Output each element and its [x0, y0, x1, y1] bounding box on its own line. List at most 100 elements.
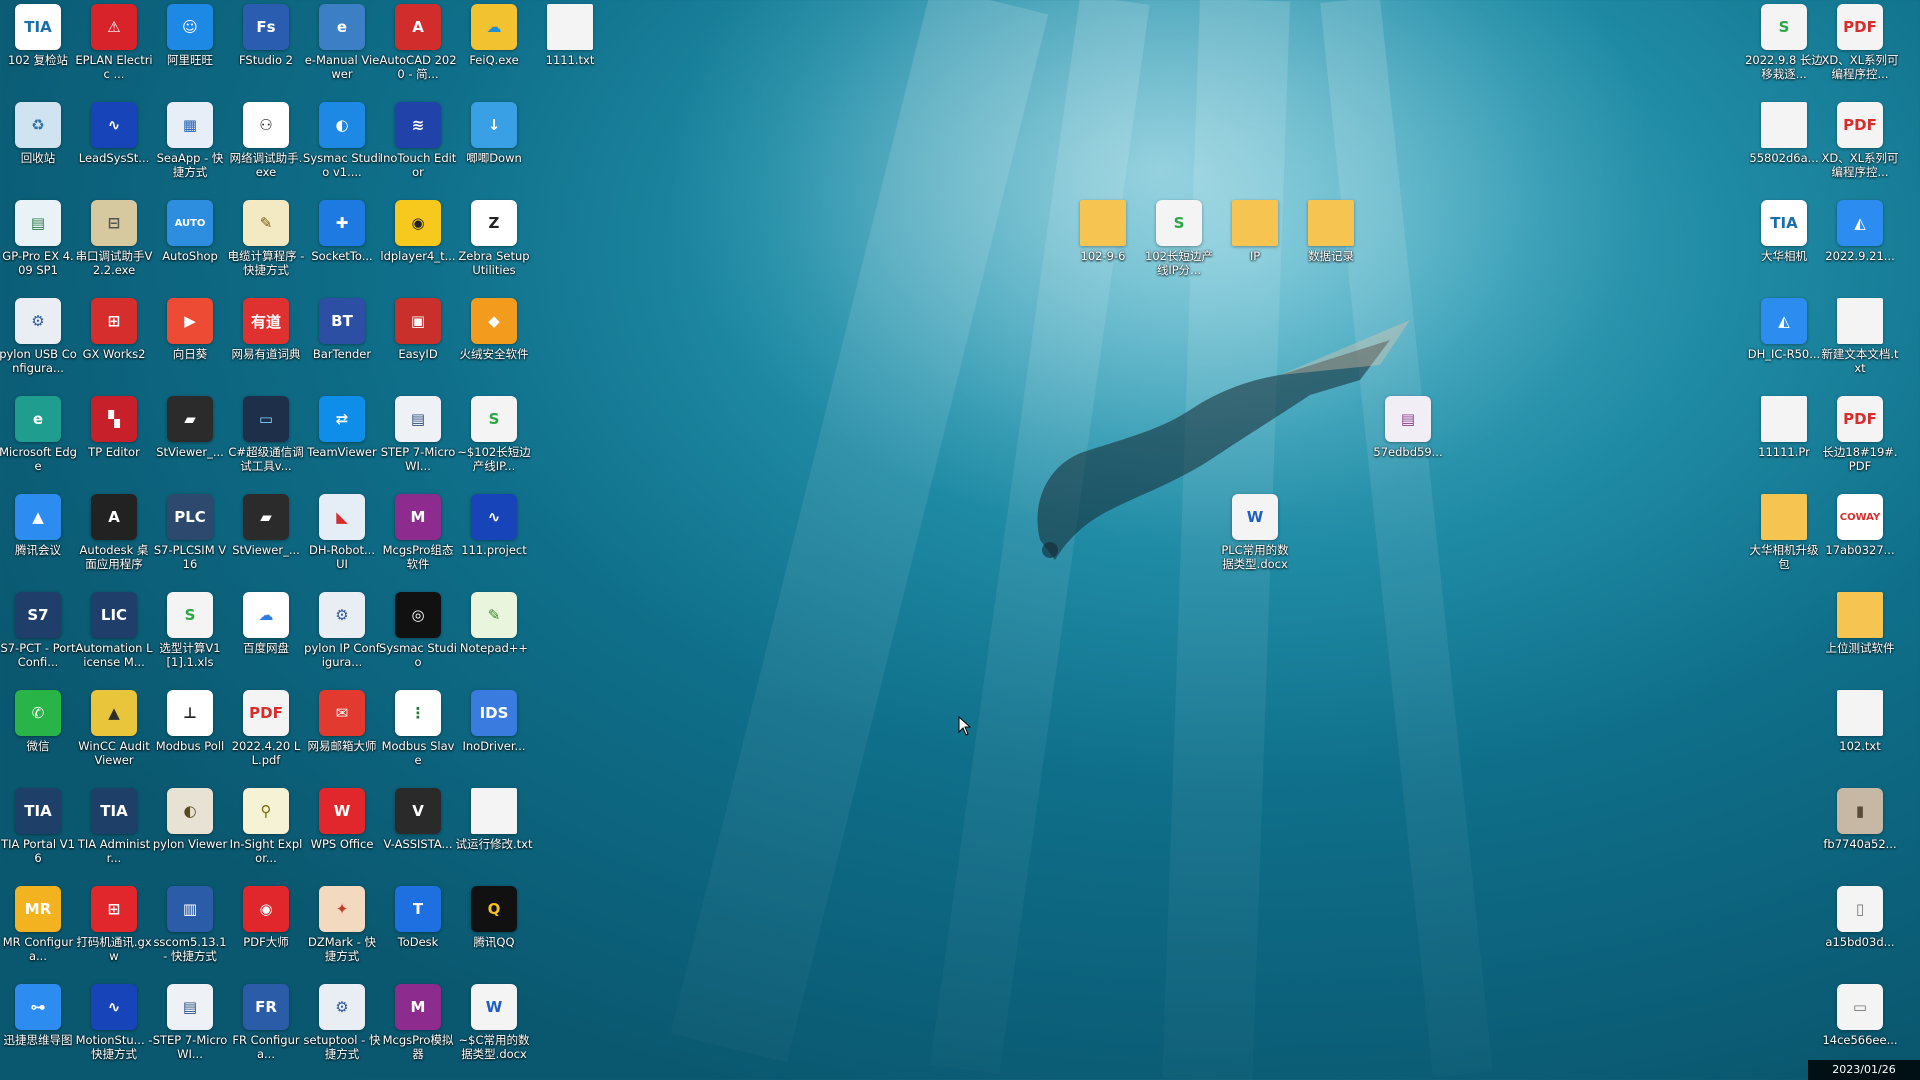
desktop-icon[interactable]: ⊶ 迅捷思维导图 [0, 980, 76, 1076]
desktop-icon[interactable]: COWAY 17ab0327... [1822, 490, 1898, 586]
desktop-icon[interactable]: ⊥ Modbus Poll [152, 686, 228, 782]
desktop-icon[interactable]: 新建文本文档.txt [1821, 294, 1899, 390]
desktop-icon[interactable]: TIA TIA Administr... [76, 784, 152, 880]
desktop-icon[interactable]: ⊞ 打码机通讯.gxw [76, 882, 152, 978]
desktop-icon[interactable]: 上位测试软件 [1822, 588, 1898, 684]
desktop-icon[interactable]: ▯ a15bd03d... [1822, 882, 1898, 978]
desktop-icon[interactable]: 102-9-6 [1065, 196, 1141, 292]
desktop-icon[interactable]: 有道 网易有道词典 [228, 294, 304, 390]
desktop-icon[interactable]: ◐ Sysmac Studio v1.... [303, 98, 381, 194]
desktop-icon[interactable]: ✉ 网易邮箱大师 [304, 686, 380, 782]
desktop-icon[interactable]: ▭ C#超级通信调试工具v... [228, 392, 304, 488]
desktop-icon[interactable]: PDF 2022.4.20 LL.pdf [228, 686, 304, 782]
desktop-icon[interactable]: ✎ Notepad++ [456, 588, 532, 684]
desktop-icon[interactable]: S 2022.9.8 长边移栽逐... [1745, 0, 1823, 96]
desktop-icon[interactable]: ⚠ EPLAN Electric ... [75, 0, 153, 96]
desktop-icon[interactable]: AUTO AutoShop [152, 196, 228, 292]
desktop-icon[interactable]: ▤ STEP 7-MicroWI... [380, 392, 456, 488]
desktop-icon[interactable]: ◉ PDF大师 [228, 882, 304, 978]
desktop-icon[interactable]: ◭ DH_IC-R50... [1746, 294, 1822, 390]
desktop-icon[interactable]: ✚ SocketTo... [304, 196, 380, 292]
desktop-icon[interactable]: ✆ 微信 [0, 686, 76, 782]
desktop-icon[interactable]: ☁ 百度网盘 [228, 588, 304, 684]
desktop-icon[interactable]: ▥ sscom5.13.1 - 快捷方式 [152, 882, 228, 978]
desktop-icon[interactable]: V V-ASSISTA... [380, 784, 456, 880]
desktop-icon[interactable]: S7 S7-PCT - Port Confi... [0, 588, 76, 684]
desktop-icon[interactable]: ⊞ GX Works2 [76, 294, 152, 390]
desktop-icon[interactable]: ⚇ 网络调试助手.exe [228, 98, 304, 194]
desktop-icon[interactable]: ⋮ Modbus Slave [380, 686, 456, 782]
desktop-icon[interactable]: e Microsoft Edge [0, 392, 77, 488]
desktop-icon[interactable]: ▰ StViewer_... [228, 490, 304, 586]
desktop-icon[interactable]: ▤ 57edbd59... [1370, 392, 1446, 488]
desktop-icon[interactable]: ☁ FeiQ.exe [456, 0, 532, 96]
desktop-icon[interactable]: IP [1217, 196, 1293, 292]
desktop-icon[interactable]: ⚙ pylon IP Configura... [304, 588, 380, 684]
desktop-icon[interactable]: 数据记录 [1293, 196, 1369, 292]
desktop-icon[interactable]: ▤ GP-Pro EX 4.09 SP1 [0, 196, 76, 292]
desktop-icon[interactable]: PDF XD、XL系列可编程序控... [1821, 0, 1899, 96]
desktop-icon[interactable]: M McgsPro模拟器 [380, 980, 456, 1076]
desktop-icon[interactable]: MR MR Configura... [0, 882, 76, 978]
desktop-icon[interactable]: ∿ MotionStu... - 快捷方式 [76, 980, 152, 1076]
desktop-icon[interactable]: ▲ 腾讯会议 [0, 490, 76, 586]
desktop-icon[interactable]: TIA 大华相机 [1746, 196, 1822, 292]
desktop-icon[interactable]: ✎ 电缆计算程序 - 快捷方式 [228, 196, 304, 292]
desktop-icon[interactable]: ▲ WinCC Audit Viewer [76, 686, 152, 782]
desktop-icon[interactable]: ◐ pylon Viewer [152, 784, 228, 880]
desktop-icon[interactable]: ◣ DH-Robot... UI [304, 490, 380, 586]
desktop-icon[interactable]: PDF XD、XL系列可编程序控... [1821, 98, 1899, 194]
desktop-icon[interactable]: ▤ STEP 7-MicroWI... [152, 980, 228, 1076]
desktop-icon[interactable]: FR FR Configura... [228, 980, 304, 1076]
taskbar-clock[interactable]: 2023/01/26 14:45:51 [1808, 1060, 1920, 1080]
desktop-icon[interactable]: ▚ TP Editor [76, 392, 152, 488]
desktop-icon[interactable]: 大华相机升级包 [1746, 490, 1822, 586]
desktop-icon[interactable]: 试运行修改.txt [456, 784, 532, 880]
desktop-icon[interactable]: ↓ 唧唧Down [456, 98, 532, 194]
desktop-icon[interactable]: e e-Manual Viewer [304, 0, 380, 96]
desktop-icon[interactable]: ▦ SeaApp - 快捷方式 [152, 98, 228, 194]
desktop-icon[interactable]: ⚙ setuptool - 快捷方式 [304, 980, 380, 1076]
desktop-icon[interactable]: LIC Automation License M... [75, 588, 153, 684]
desktop-icon[interactable]: ◎ Sysmac Studio [379, 588, 457, 684]
desktop-icon[interactable]: ▮ fb7740a52... [1822, 784, 1898, 880]
desktop-icon[interactable]: BT BarTender [304, 294, 380, 390]
desktop-icon[interactable]: ⇄ TeamViewer [304, 392, 380, 488]
desktop-icon[interactable]: S 选型计算V1[1].1.xls [152, 588, 228, 684]
desktop-icon[interactable]: A Autodesk 桌面应用程序 [76, 490, 152, 586]
desktop-icon[interactable]: Fs FStudio 2 [228, 0, 304, 96]
desktop-icon[interactable]: Q 腾讯QQ [456, 882, 532, 978]
desktop-icon[interactable]: Z Zebra Setup Utilities [456, 196, 532, 292]
desktop-icon[interactable]: M McgsPro组态软件 [380, 490, 456, 586]
desktop-icon[interactable]: ▶ 向日葵 [152, 294, 228, 390]
desktop-icon[interactable]: ⚙ pylon USB Configura... [0, 294, 77, 390]
desktop-icon[interactable]: A AutoCAD 2020 - 简... [379, 0, 457, 96]
desktop-icon[interactable]: ▰ StViewer_... [152, 392, 228, 488]
desktop-icon[interactable]: ♻ 回收站 [0, 98, 76, 194]
desktop-icon[interactable]: ≋ InoTouch Editor [380, 98, 456, 194]
desktop-icon[interactable]: ▣ EasyID [380, 294, 456, 390]
desktop-icon[interactable]: 1111.txt [532, 0, 608, 96]
desktop-icon[interactable]: TIA 102 复检站 [0, 0, 76, 96]
desktop-icon[interactable]: ✦ DZMark - 快捷方式 [304, 882, 380, 978]
desktop-icon[interactable]: W PLC常用的数据类型.docx [1217, 490, 1293, 586]
desktop-icon[interactable]: S 102长短边产线IP分... [1141, 196, 1217, 292]
desktop-icon[interactable]: IDS InoDriver... [456, 686, 532, 782]
desktop-icon[interactable]: ☺ 阿里旺旺 [152, 0, 228, 96]
desktop-icon[interactable]: ◉ ldplayer4_t... [380, 196, 456, 292]
desktop-icon[interactable]: ⚲ In-Sight Explor... [228, 784, 304, 880]
desktop-icon[interactable]: ◆ 火绒安全软件 [456, 294, 532, 390]
desktop-icon[interactable]: PLC S7-PLCSIM V16 [152, 490, 228, 586]
desktop-icon[interactable]: ⊟ 串口调试助手V2.2.exe [76, 196, 152, 292]
desktop-icon[interactable]: PDF 长边18#19#.PDF [1822, 392, 1898, 488]
desktop-icon[interactable]: ◭ 2022.9.21... [1822, 196, 1898, 292]
desktop-icon[interactable]: ∿ LeadSysSt... [76, 98, 152, 194]
desktop-icon[interactable]: ∿ 111.project [456, 490, 532, 586]
desktop-icon[interactable]: W WPS Office [304, 784, 380, 880]
desktop-icon[interactable]: 11111.Pr [1746, 392, 1822, 488]
desktop-icon[interactable]: T ToDesk [380, 882, 456, 978]
desktop-icon[interactable]: TIA TIA Portal V16 [0, 784, 76, 880]
desktop-icon[interactable]: W ~$C常用的数据类型.docx [456, 980, 532, 1076]
desktop-icon[interactable]: 55802d6a... [1746, 98, 1822, 194]
desktop-icon[interactable]: S ~$102长短边 产线IP... [456, 392, 532, 488]
